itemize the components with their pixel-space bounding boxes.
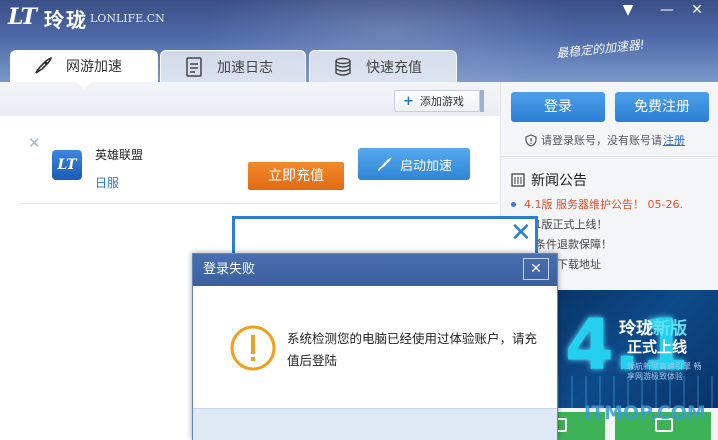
banner-subtitle: 正式上线 — [627, 338, 688, 356]
start-acceleration-button[interactable]: 启动加速 — [358, 148, 470, 180]
news-item[interactable]: 4.1版 服务器维护公告！ 05-26. — [511, 194, 711, 214]
news-item[interactable]: 4.1版正式上线！ — [511, 214, 711, 234]
news-heading: 新闻公告 — [511, 170, 587, 190]
bullet-icon — [511, 201, 516, 207]
title-bar: LT 玲珑 LONLIFE.CN 最稳定的加速器! ▼ — ✕ 网游加速 加速日… — [0, 0, 718, 82]
shield-icon — [525, 133, 537, 147]
register-button[interactable]: 免费注册 — [615, 92, 709, 122]
warning-icon — [229, 324, 277, 375]
dialog-body: 系统检测您的电脑已经使用过体验账户，请充值后登陆 — [193, 286, 557, 408]
login-failed-dialog: 登录失败 ✕ 系统检测您的电脑已经使用过体验账户，请充值后登陆 — [192, 253, 558, 440]
tab-label: 快速充值 — [366, 59, 422, 76]
menu-dropdown-button[interactable]: ▼ — [614, 0, 642, 22]
news-item[interactable]: 无条件退款保障！ — [511, 234, 711, 254]
add-game-label: 添加游戏 — [419, 95, 464, 108]
tab-game-acceleration[interactable]: 网游加速 — [10, 50, 158, 82]
logo-mark: LT — [8, 4, 37, 30]
dialog-footer — [193, 408, 557, 440]
recharge-now-button[interactable]: 立即充值 — [248, 162, 344, 190]
log-icon — [183, 56, 205, 78]
coins-icon — [332, 56, 354, 78]
login-hint: 请登录账号，没有账号请 注册 — [525, 132, 685, 148]
add-game-button[interactable]: + 添加游戏 — [394, 90, 480, 112]
close-icon[interactable]: ✕ — [510, 220, 532, 246]
tab-acceleration-log[interactable]: 加速日志 — [160, 50, 306, 82]
game-logo-icon: LT — [52, 150, 82, 180]
tab-quick-recharge[interactable]: 快速充值 — [309, 50, 457, 82]
plus-icon: + — [403, 93, 414, 109]
game-name: 英雄联盟 — [95, 148, 144, 162]
divider — [501, 156, 718, 157]
tab-label: 网游加速 — [66, 59, 122, 75]
watermark: ITMOP.COM — [584, 402, 706, 424]
login-hint-text: 请登录账号，没有账号请 — [541, 134, 662, 147]
dialog-message: 系统检测您的电脑已经使用过体验账户，请充值后登陆 — [287, 331, 538, 368]
game-server-link[interactable]: 日服 — [95, 174, 119, 191]
rocket-icon — [32, 55, 54, 77]
logo-url: LONLIFE.CN — [90, 12, 165, 25]
news-title: 新闻公告 — [531, 173, 587, 189]
close-window-button[interactable]: ✕ — [683, 0, 711, 22]
dialog-close-button[interactable]: ✕ — [523, 258, 549, 280]
active-tab-pointer — [76, 82, 92, 89]
start-label: 启动加速 — [399, 158, 452, 174]
tab-label: 加速日志 — [217, 59, 273, 76]
scrollbar-handle[interactable] — [480, 90, 484, 112]
register-link[interactable]: 注册 — [663, 132, 685, 148]
news-icon — [511, 173, 525, 187]
login-button[interactable]: 登录 — [511, 92, 605, 122]
minimize-button[interactable]: — — [653, 0, 681, 22]
rocket-icon — [376, 155, 394, 173]
remove-game-icon[interactable]: ✕ — [28, 134, 41, 152]
logo-text: 玲珑 — [44, 8, 88, 32]
dialog-title: 登录失败 — [193, 254, 557, 286]
